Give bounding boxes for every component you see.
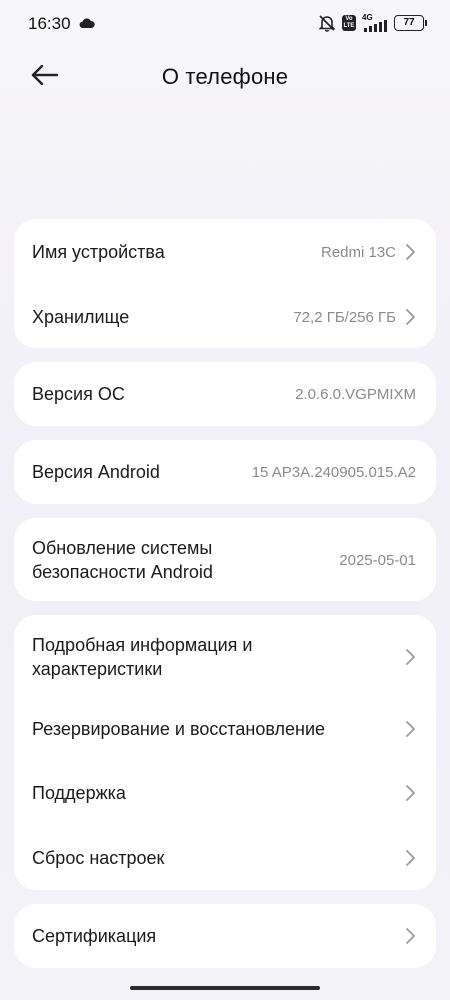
chevron-right-icon bbox=[406, 244, 415, 260]
backup-restore-row[interactable]: Резервирование и восстановление bbox=[14, 710, 436, 748]
security-update-card: Обновление системы безопасности Android … bbox=[14, 518, 436, 601]
device-name-row[interactable]: Имя устройства Redmi 13C bbox=[14, 233, 436, 271]
status-bar: 16:30 Vo LTE 4G 77 bbox=[0, 0, 450, 48]
chevron-right-icon bbox=[406, 785, 415, 801]
header: О телефоне bbox=[0, 52, 450, 100]
mute-icon bbox=[318, 15, 336, 32]
detailed-info-row[interactable]: Подробная информация и характеристики bbox=[14, 629, 436, 685]
signal-icon: 4G bbox=[362, 13, 388, 32]
cloud-icon bbox=[79, 18, 95, 28]
factory-reset-row[interactable]: Сброс настроек bbox=[14, 839, 436, 877]
chevron-right-icon bbox=[406, 721, 415, 737]
chevron-right-icon bbox=[406, 649, 415, 665]
certification-label: Сертификация bbox=[32, 926, 157, 946]
detailed-info-label-line2: характеристики bbox=[32, 659, 163, 679]
device-name-value: Redmi 13C bbox=[320, 243, 396, 261]
certification-row[interactable]: Сертификация bbox=[14, 917, 436, 955]
os-version-value: 2.0.6.0.VGPMIXM bbox=[295, 385, 416, 403]
android-version-card: Версия Android 15 AP3A.240905.015.A2 bbox=[14, 440, 436, 504]
chevron-right-icon bbox=[406, 309, 415, 325]
os-version-row[interactable]: Версия ОС 2.0.6.0.VGPMIXM bbox=[14, 375, 436, 413]
detailed-info-label-line1: Подробная информация и bbox=[32, 635, 253, 655]
status-time: 16:30 bbox=[28, 14, 71, 33]
security-update-label-line1: Обновление системы bbox=[32, 538, 213, 558]
detailed-info-label: Подробная информация и характеристики bbox=[32, 633, 396, 681]
support-row[interactable]: Поддержка bbox=[14, 774, 436, 812]
storage-row[interactable]: Хранилище 72,2 ГБ/256 ГБ bbox=[14, 298, 436, 336]
volte-icon: Vo LTE bbox=[342, 15, 356, 31]
info-menu-card: Подробная информация и характеристики Ре… bbox=[14, 615, 436, 890]
security-update-label: Обновление системы безопасности Android bbox=[32, 536, 329, 584]
android-version-value: 15 AP3A.240905.015.A2 bbox=[251, 463, 416, 481]
chevron-right-icon bbox=[406, 850, 415, 866]
chevron-right-icon bbox=[406, 928, 415, 944]
os-version-card: Версия ОС 2.0.6.0.VGPMIXM bbox=[14, 362, 436, 426]
factory-reset-label: Сброс настроек bbox=[32, 848, 165, 868]
home-indicator[interactable] bbox=[130, 986, 320, 990]
device-card: Имя устройства Redmi 13C Хранилище 72,2 … bbox=[14, 219, 436, 348]
storage-label: Хранилище bbox=[32, 307, 130, 327]
status-icons: Vo LTE 4G 77 bbox=[318, 13, 427, 33]
android-version-row[interactable]: Версия Android 15 AP3A.240905.015.A2 bbox=[14, 453, 436, 491]
os-version-label: Версия ОС bbox=[32, 384, 125, 404]
support-label: Поддержка bbox=[32, 783, 126, 803]
certification-card: Сертификация bbox=[14, 904, 436, 968]
page-title: О телефоне bbox=[161, 64, 289, 89]
security-update-label-line2: безопасности Android bbox=[32, 562, 213, 582]
security-update-value: 2025-05-01 bbox=[339, 551, 416, 569]
storage-value: 72,2 ГБ/256 ГБ bbox=[293, 308, 396, 326]
backup-restore-label: Резервирование и восстановление bbox=[32, 719, 326, 739]
battery-level: 77 bbox=[403, 17, 415, 28]
android-version-label: Версия Android bbox=[32, 462, 160, 482]
security-update-row[interactable]: Обновление системы безопасности Android … bbox=[14, 528, 436, 592]
device-name-label: Имя устройства bbox=[32, 242, 165, 262]
battery-icon: 77 bbox=[394, 15, 427, 31]
